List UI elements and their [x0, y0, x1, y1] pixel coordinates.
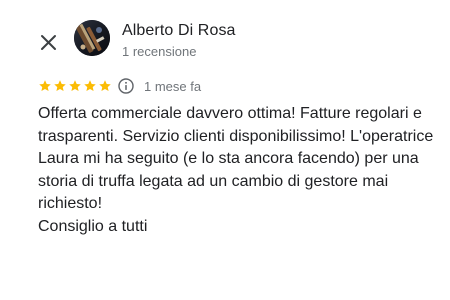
star-icon [54, 80, 66, 92]
review-dialog: Alberto Di Rosa 1 recensione 1 mese fa O… [0, 0, 450, 300]
star-rating [38, 79, 112, 93]
author-name[interactable]: Alberto Di Rosa [122, 22, 236, 40]
star-icon [99, 80, 111, 92]
close-button[interactable] [36, 30, 62, 56]
star-icon [39, 80, 51, 92]
star-icon [84, 80, 96, 92]
review-text: Offerta commerciale davvero ottima! Fatt… [38, 103, 438, 239]
star-icon [69, 80, 81, 92]
close-icon [41, 35, 56, 50]
info-icon[interactable] [118, 78, 134, 94]
review-paragraph: Offerta commerciale davvero ottima! Fatt… [38, 105, 434, 213]
review-closing: Consiglio a tutti [38, 217, 148, 235]
rating-row: 1 mese fa [38, 76, 201, 96]
avatar-photo [74, 20, 110, 56]
avatar[interactable] [74, 20, 110, 56]
review-date: 1 mese fa [144, 78, 202, 94]
review-header: Alberto Di Rosa 1 recensione [0, 0, 450, 72]
author-review-count: 1 recensione [122, 44, 197, 59]
